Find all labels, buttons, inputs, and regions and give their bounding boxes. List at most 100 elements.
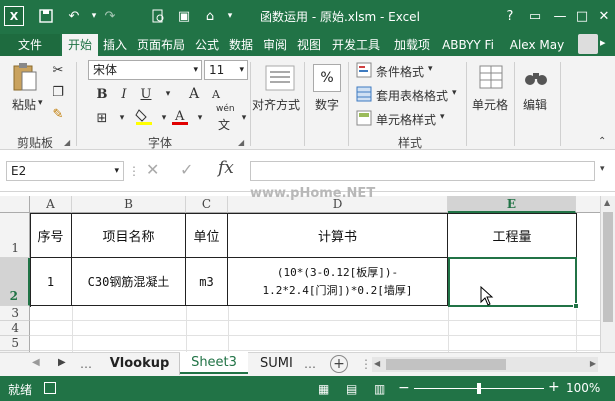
clipboard-launcher-icon[interactable]: ◢ — [64, 138, 70, 147]
conditional-format-button[interactable]: 条件格式 — [376, 63, 424, 80]
cell-d2[interactable]: (10*(3-0.12[板厚])- 1.2*2.4[门洞])*0.2[墙厚] — [228, 258, 448, 306]
cell-c1[interactable]: 单位 — [186, 213, 228, 258]
cell-c2[interactable]: m3 — [186, 258, 228, 306]
help-icon[interactable]: ? — [500, 6, 520, 26]
alignment-icon[interactable] — [260, 64, 300, 92]
add-sheet-button[interactable]: + — [330, 355, 348, 373]
cell-b1[interactable]: 项目名称 — [72, 213, 186, 258]
cell-e1[interactable]: 工程量 — [448, 213, 577, 258]
tab-file[interactable]: 文件 — [0, 34, 60, 56]
font-size-select[interactable]: 11 ▾ — [204, 60, 248, 80]
format-painter-icon[interactable]: ✎ — [48, 104, 68, 124]
sheet-more-icon[interactable]: … — [80, 357, 92, 371]
insert-function-button[interactable]: fx — [218, 158, 234, 178]
tab-home[interactable]: 开始 — [62, 34, 98, 56]
border-dropdown-icon[interactable]: ▾ — [112, 108, 132, 128]
row-header-5[interactable]: 5 — [0, 336, 30, 351]
next-sheet-icon[interactable]: ▶ — [58, 357, 66, 368]
scroll-right-icon[interactable]: ▶ — [590, 359, 596, 368]
fill-color-icon[interactable] — [134, 106, 154, 126]
fill-handle[interactable] — [573, 303, 579, 309]
cell-a2[interactable]: 1 — [30, 258, 72, 306]
ribbon-display-icon[interactable]: ▭ — [525, 6, 545, 26]
sheet-tab-sheet3[interactable]: Sheet3 — [180, 352, 248, 374]
tab-formulas[interactable]: 公式 — [190, 34, 224, 56]
paste-button[interactable]: 粘贴 — [12, 96, 36, 113]
font-color-icon[interactable]: A — [170, 106, 190, 126]
font-launcher-icon[interactable]: ◢ — [238, 138, 244, 147]
scroll-left-icon[interactable]: ◀ — [374, 359, 380, 368]
column-header-b[interactable]: B — [72, 196, 186, 213]
close-button[interactable]: ✕ — [594, 6, 614, 26]
cell-a1[interactable]: 序号 — [30, 213, 72, 258]
customize-qa-icon[interactable]: ▾ — [220, 6, 240, 26]
minimize-button[interactable]: — — [550, 6, 570, 26]
underline-dropdown-icon[interactable]: ▾ — [158, 84, 178, 104]
cut-icon[interactable]: ✂ — [48, 60, 68, 80]
phonetic-dropdown-icon[interactable]: ▾ — [234, 108, 254, 128]
zoom-in-button[interactable]: + — [548, 379, 560, 395]
vertical-scrollbar[interactable]: ▲ — [600, 196, 615, 352]
format-painter-qa-icon[interactable]: ⌂ — [200, 6, 220, 26]
paste-dropdown-icon[interactable]: ▾ — [38, 98, 43, 108]
font-name-select[interactable]: 宋体 ▾ — [88, 60, 202, 80]
paste-icon[interactable] — [12, 62, 38, 92]
binoculars-icon[interactable] — [523, 64, 549, 90]
column-header-c[interactable]: C — [186, 196, 228, 213]
hscroll-splitter-icon[interactable]: ⋮ — [360, 357, 372, 371]
sheet-tab-vlookup[interactable]: Vlookup — [100, 353, 180, 375]
normal-view-icon[interactable]: ▦ — [318, 382, 329, 396]
column-header-a[interactable]: A — [30, 196, 72, 213]
percent-icon[interactable]: % — [313, 64, 341, 92]
zoom-level[interactable]: 100% — [566, 381, 600, 395]
cell-styles-button[interactable]: 单元格样式 — [376, 111, 436, 128]
restore-button[interactable]: □ — [572, 6, 592, 26]
sheet-tab-sumi[interactable]: SUMI — [250, 353, 302, 375]
tab-addins[interactable]: 加载项 — [388, 34, 436, 56]
copy-icon[interactable]: ❐ — [48, 82, 68, 102]
avatar[interactable] — [578, 34, 598, 54]
row-header-1[interactable]: 1 — [0, 213, 30, 258]
picture-icon[interactable]: ▣ — [174, 6, 194, 26]
prev-sheet-icon[interactable]: ◀ — [32, 357, 40, 368]
sheet-more-right-icon[interactable]: … — [304, 357, 316, 371]
scroll-thumb[interactable] — [603, 212, 613, 322]
macro-record-icon[interactable] — [44, 382, 56, 394]
row-header-3[interactable]: 3 — [0, 306, 30, 321]
format-as-table-button[interactable]: 套用表格格式 — [376, 87, 448, 104]
cancel-icon[interactable]: ✕ — [146, 160, 159, 179]
expand-formula-icon[interactable]: ▾ — [600, 164, 605, 174]
page-layout-view-icon[interactable]: ▤ — [346, 382, 357, 396]
page-break-view-icon[interactable]: ▥ — [374, 382, 385, 396]
column-header-f[interactable] — [576, 196, 600, 213]
name-box[interactable]: E2 ▾ — [6, 161, 124, 181]
zoom-slider-thumb[interactable] — [477, 383, 481, 394]
editing-button[interactable]: 编辑 — [523, 96, 547, 113]
save-icon[interactable] — [36, 6, 56, 26]
user-name[interactable]: Alex May — [504, 34, 570, 56]
column-header-e[interactable]: E — [448, 196, 576, 213]
cells-icon[interactable] — [478, 64, 504, 90]
border-icon[interactable]: ⊞ — [92, 108, 112, 128]
worksheet-grid[interactable]: A B C D E 1 2 3 4 5 6 序号 项目名称 单位 计算书 工程量… — [0, 186, 615, 366]
row-header-4[interactable]: 4 — [0, 321, 30, 336]
font-color-dropdown-icon[interactable]: ▾ — [190, 108, 210, 128]
zoom-out-button[interactable]: − — [398, 380, 410, 396]
number-button[interactable]: 数字 — [315, 96, 339, 113]
share-icon[interactable]: ▸ — [600, 36, 606, 49]
shrink-font-button[interactable]: A — [206, 84, 226, 104]
cells-button[interactable]: 单元格 — [472, 96, 508, 113]
tab-abbyy[interactable]: ABBYY Fi — [438, 34, 498, 56]
redo-icon[interactable]: ↷ — [100, 6, 120, 26]
tab-page-layout[interactable]: 页面布局 — [132, 34, 190, 56]
scroll-up-icon[interactable]: ▲ — [604, 198, 610, 207]
tab-developer[interactable]: 开发工具 — [326, 34, 386, 56]
bold-button[interactable]: B — [92, 84, 112, 104]
tab-data[interactable]: 数据 — [224, 34, 258, 56]
grow-font-button[interactable]: A — [184, 84, 204, 104]
horizontal-scrollbar[interactable]: ◀ ▶ — [372, 357, 598, 372]
splitter-icon[interactable]: ⋮ — [128, 164, 140, 178]
italic-button[interactable]: I — [114, 84, 134, 104]
enter-icon[interactable]: ✓ — [180, 160, 193, 179]
hscroll-thumb[interactable] — [386, 359, 506, 370]
